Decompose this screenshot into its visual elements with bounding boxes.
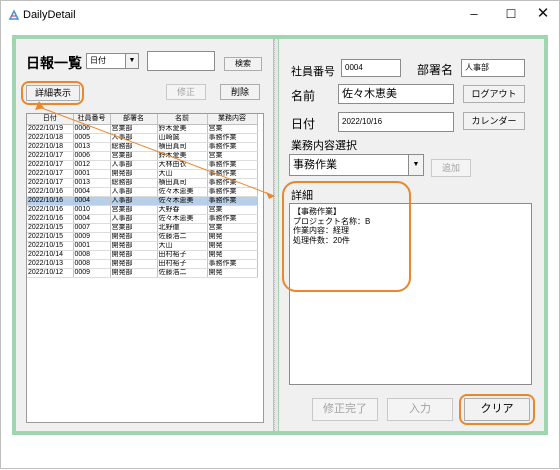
app-window: DailyDetail – ☐ ✕ 日報一覧 日付 ▼ 検索 詳細表示 修正 削… <box>0 0 560 469</box>
annotation-arrows <box>35 101 275 199</box>
arrow-line-to-detail-button <box>38 106 168 156</box>
arrow-head-icon <box>266 192 275 199</box>
arrow-line-to-detail-area <box>166 154 270 195</box>
